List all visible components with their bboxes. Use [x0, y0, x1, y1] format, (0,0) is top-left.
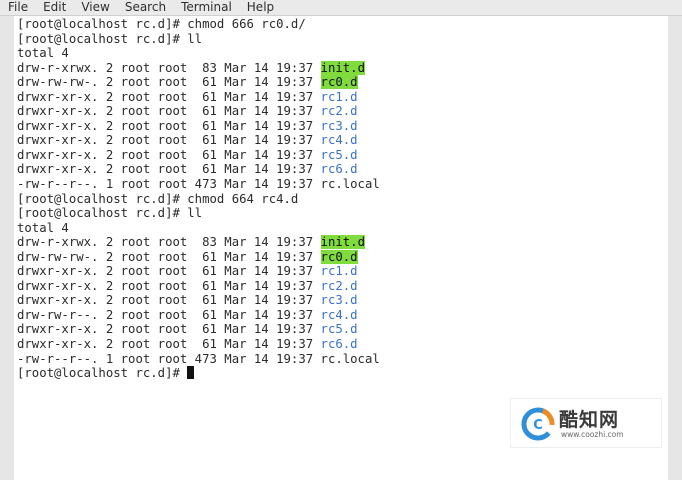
menu-search[interactable]: Search — [117, 0, 173, 15]
file-name: rc3.d — [320, 118, 358, 133]
terminal-line: drw-rw-rw-. 2 root root 61 Mar 14 19:37 … — [17, 249, 664, 265]
line-text: drw-rw-r--. 2 root root 61 Mar 14 19:37 — [17, 307, 321, 322]
line-text: drwxr-xr-x. 2 root root 61 Mar 14 19:37 — [17, 147, 321, 162]
line-text: drwxr-xr-x. 2 root root 61 Mar 14 19:37 — [17, 118, 321, 133]
line-text: [root@localhost rc.d]# chmod 666 rc0.d/ — [17, 17, 306, 31]
terminal-line: drw-rw-r--. 2 root root 61 Mar 14 19:37 … — [17, 308, 664, 323]
file-name: rc5.d — [320, 147, 358, 162]
terminal-line: total 4 — [17, 46, 664, 61]
terminal-line: -rw-r--r--. 1 root root 473 Mar 14 19:37… — [17, 352, 664, 367]
line-text: drw-rw-rw-. 2 root root 61 Mar 14 19:37 — [17, 249, 321, 264]
terminal-line: drw-r-xrwx. 2 root root 83 Mar 14 19:37 … — [17, 235, 664, 250]
line-text: [root@localhost rc.d]# chmod 664 rc4.d — [17, 191, 299, 206]
text-cursor — [187, 366, 195, 380]
terminal-line: drwxr-xr-x. 2 root root 61 Mar 14 19:37 … — [17, 90, 664, 105]
file-name: rc0.d — [320, 75, 358, 90]
terminal-line: drwxr-xr-x. 2 root root 61 Mar 14 19:37 … — [17, 133, 664, 148]
menu-file[interactable]: File — [0, 0, 35, 15]
file-name: rc4.d — [320, 133, 358, 148]
file-name: rc1.d — [320, 264, 358, 279]
watermark-name: 酷知网 — [559, 409, 620, 431]
line-text: -rw-r--r--. 1 root root 473 Mar 14 19:37… — [17, 177, 380, 192]
line-text: total 4 — [17, 220, 69, 235]
terminal-line: drwxr-xr-x. 2 root root 61 Mar 14 19:37 … — [17, 119, 664, 134]
line-text: [root@localhost rc.d]# ll — [17, 31, 203, 46]
file-name: rc2.d — [320, 278, 358, 293]
line-text: drw-rw-rw-. 2 root root 61 Mar 14 19:37 — [17, 75, 321, 90]
prompt-text: [root@localhost rc.d]# — [17, 366, 188, 381]
menu-view[interactable]: View — [73, 0, 116, 15]
prompt-line: [root@localhost rc.d]# — [17, 366, 664, 381]
terminal-line: drwxr-xr-x. 2 root root 61 Mar 14 19:37 … — [17, 162, 664, 177]
line-text: total 4 — [17, 46, 69, 61]
terminal-line: [root@localhost rc.d]# chmod 666 rc0.d/ — [17, 17, 664, 32]
terminal-line: drwxr-xr-x. 2 root root 61 Mar 14 19:37 … — [17, 337, 664, 352]
line-text: drwxr-xr-x. 2 root root 61 Mar 14 19:37 — [17, 89, 321, 104]
line-text: drwxr-xr-x. 2 root root 61 Mar 14 19:37 — [17, 264, 321, 279]
menu-terminal[interactable]: Terminal — [173, 0, 239, 15]
terminal-line: drwxr-xr-x. 2 root root 61 Mar 14 19:37 … — [17, 279, 664, 294]
file-name: rc5.d — [320, 322, 358, 337]
line-text: drwxr-xr-x. 2 root root 61 Mar 14 19:37 — [17, 104, 321, 119]
terminal-line: drwxr-xr-x. 2 root root 61 Mar 14 19:37 … — [17, 104, 664, 119]
svg-text:C: C — [533, 418, 543, 433]
line-text: drwxr-xr-x. 2 root root 61 Mar 14 19:37 — [17, 322, 321, 337]
line-text: drwxr-xr-x. 2 root root 61 Mar 14 19:37 — [17, 337, 321, 352]
window-left-edge — [0, 16, 14, 480]
file-name: rc0.d — [320, 249, 358, 264]
terminal-line: [root@localhost rc.d]# ll — [17, 32, 664, 47]
file-name: rc6.d — [320, 337, 358, 352]
terminal-line: [root@localhost rc.d]# chmod 664 rc4.d — [17, 192, 664, 207]
menu-bar: File Edit View Search Terminal Help — [0, 0, 682, 16]
file-name: rc1.d — [320, 89, 358, 104]
window-right-edge — [668, 16, 682, 480]
terminal-line: total 4 — [17, 221, 664, 236]
terminal-line: drwxr-xr-x. 2 root root 61 Mar 14 19:37 … — [17, 148, 664, 163]
coozhi-logo-icon: C — [521, 407, 555, 441]
line-text: drwxr-xr-x. 2 root root 61 Mar 14 19:37 — [17, 278, 321, 293]
file-name: init.d — [320, 235, 365, 250]
terminal-line: drwxr-xr-x. 2 root root 61 Mar 14 19:37 … — [17, 293, 664, 308]
menu-help[interactable]: Help — [239, 0, 281, 15]
line-text: drwxr-xr-x. 2 root root 61 Mar 14 19:37 — [17, 293, 321, 308]
terminal-line: drwxr-xr-x. 2 root root 61 Mar 14 19:37 … — [17, 264, 664, 279]
file-name: rc2.d — [320, 104, 358, 119]
line-text: [root@localhost rc.d]# ll — [17, 206, 203, 221]
terminal-line: drw-r-xrwx. 2 root root 83 Mar 14 19:37 … — [17, 60, 664, 76]
terminal-line: drwxr-xr-x. 2 root root 61 Mar 14 19:37 … — [17, 322, 664, 337]
line-text: drw-r-xrwx. 2 root root 83 Mar 14 19:37 — [17, 235, 321, 250]
watermark: C 酷知网 www.coozhi.com — [510, 398, 662, 448]
file-name: rc4.d — [320, 307, 358, 322]
terminal-line: -rw-r--r--. 1 root root 473 Mar 14 19:37… — [17, 177, 664, 192]
line-text: drwxr-xr-x. 2 root root 61 Mar 14 19:37 — [17, 133, 321, 148]
menu-edit[interactable]: Edit — [35, 0, 73, 15]
file-name: init.d — [320, 60, 365, 75]
terminal-line: [root@localhost rc.d]# ll — [17, 206, 664, 221]
line-text: -rw-r--r--. 1 root root 473 Mar 14 19:37… — [17, 351, 380, 366]
terminal-line: drw-rw-rw-. 2 root root 61 Mar 14 19:37 … — [17, 75, 664, 90]
file-name: rc3.d — [320, 293, 358, 308]
watermark-url: www.coozhi.com — [561, 430, 624, 439]
line-text: drw-r-xrwx. 2 root root 83 Mar 14 19:37 — [17, 60, 321, 75]
line-text: drwxr-xr-x. 2 root root 61 Mar 14 19:37 — [17, 162, 321, 177]
file-name: rc6.d — [320, 162, 358, 177]
